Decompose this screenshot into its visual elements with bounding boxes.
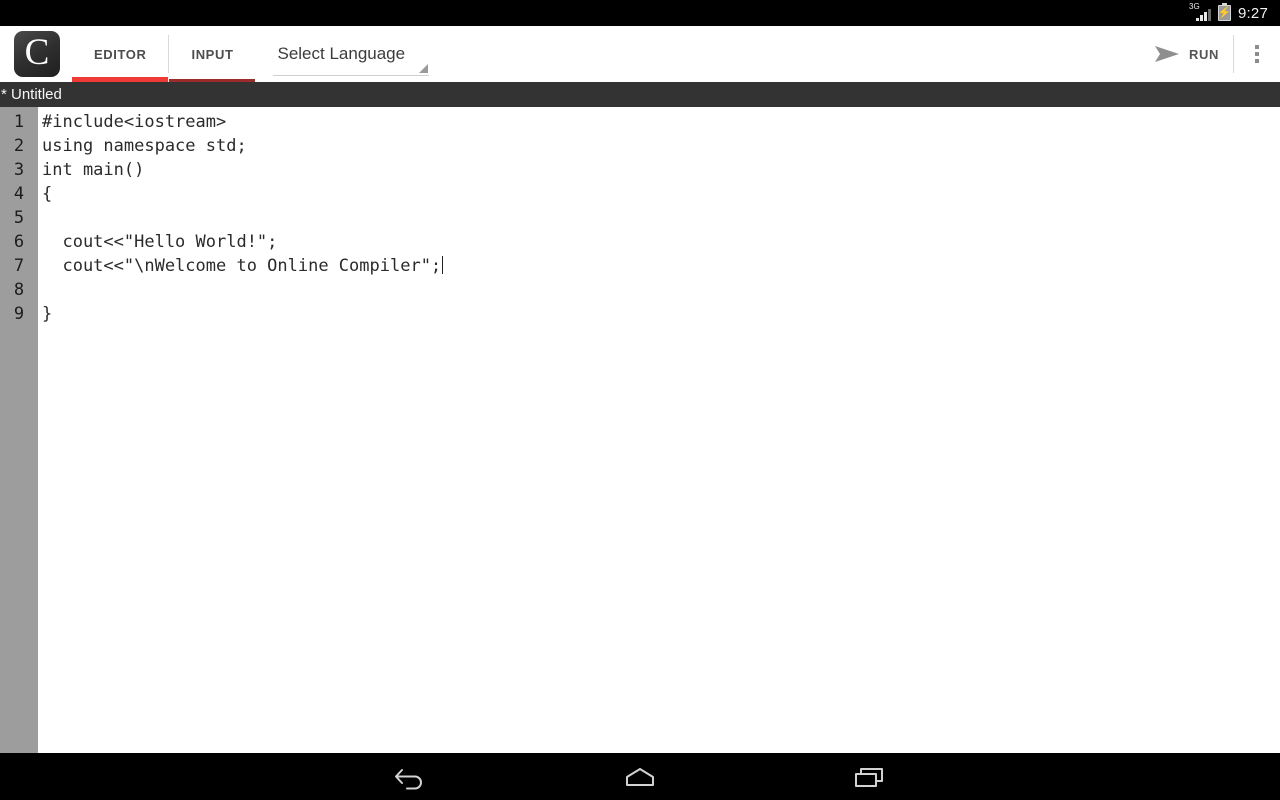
action-bar-right: RUN xyxy=(1140,26,1280,82)
line-number: 4 xyxy=(13,184,25,204)
tab-editor-label: EDITOR xyxy=(94,46,147,62)
line-number: 9 xyxy=(13,304,25,324)
code-line[interactable]: } xyxy=(42,302,1280,326)
language-spinner[interactable]: Select Language xyxy=(273,32,430,76)
tab-input-label: INPUT xyxy=(191,46,234,62)
line-number: 6 xyxy=(13,232,25,252)
tab-bar: EDITOR INPUT xyxy=(72,26,256,82)
line-number: 8 xyxy=(13,280,25,300)
code-line[interactable]: using namespace std; xyxy=(42,134,1280,158)
dropdown-caret-icon xyxy=(419,64,429,73)
recents-icon[interactable] xyxy=(840,753,900,800)
android-screen: 3G ⚡ 9:27 C EDITOR INPUT Select Language… xyxy=(0,0,1280,800)
app-logo-icon[interactable]: C xyxy=(14,31,60,77)
tab-editor[interactable]: EDITOR xyxy=(72,26,169,82)
back-icon[interactable] xyxy=(380,753,440,800)
code-line[interactable] xyxy=(42,278,1280,302)
overflow-menu-icon[interactable] xyxy=(1234,26,1280,82)
status-bar-right: 3G ⚡ 9:27 xyxy=(1189,2,1268,22)
run-button[interactable]: RUN xyxy=(1140,26,1233,82)
language-spinner-value: Select Language xyxy=(277,43,406,63)
code-line[interactable]: #include<iostream> xyxy=(42,110,1280,134)
code-line[interactable]: cout<<"Hello World!"; xyxy=(42,230,1280,254)
signal-bars-icon: 3G xyxy=(1189,3,1211,22)
app-logo-letter: C xyxy=(24,32,50,73)
code-line[interactable]: cout<<"\nWelcome to Online Compiler"; xyxy=(42,254,1280,278)
home-icon[interactable] xyxy=(610,753,670,800)
status-bar: 3G ⚡ 9:27 xyxy=(0,0,1280,26)
line-number: 5 xyxy=(13,208,25,228)
line-number: 3 xyxy=(13,160,25,180)
code-line[interactable]: { xyxy=(42,182,1280,206)
action-bar: C EDITOR INPUT Select Language RUN xyxy=(0,26,1280,82)
text-caret xyxy=(442,256,444,274)
navigation-bar xyxy=(0,753,1280,800)
line-number: 2 xyxy=(13,136,25,156)
code-line[interactable]: int main() xyxy=(42,158,1280,182)
signal-bars-glyph xyxy=(1196,9,1211,21)
file-name-label: * Untitled xyxy=(1,86,62,103)
file-title-bar: * Untitled xyxy=(0,82,1280,107)
code-line[interactable] xyxy=(42,206,1280,230)
play-send-arrow-icon xyxy=(1155,46,1180,62)
tab-input[interactable]: INPUT xyxy=(169,26,256,82)
code-editor[interactable]: 1 2 3 4 5 6 7 8 9 #include<iostream> using namesp… xyxy=(0,107,1280,753)
line-number: 7 xyxy=(13,256,25,276)
status-bar-clock: 9:27 xyxy=(1238,4,1268,22)
battery-charging-icon: ⚡ xyxy=(1218,2,1231,21)
line-number-gutter: 1 2 3 4 5 6 7 8 9 xyxy=(0,107,38,753)
code-text-area[interactable]: #include<iostream> using namespace std; in… xyxy=(38,107,1280,753)
line-number: 1 xyxy=(13,112,25,132)
run-button-label: RUN xyxy=(1189,46,1219,62)
